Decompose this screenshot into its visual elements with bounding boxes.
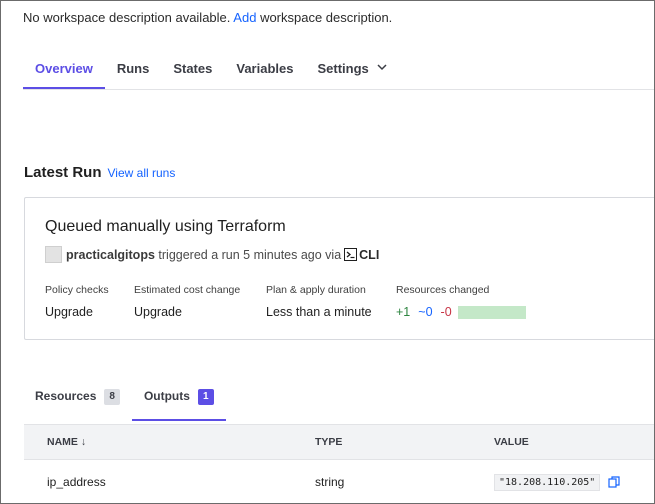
tab-states-label: States	[173, 61, 213, 76]
description-suffix: workspace description.	[260, 10, 393, 25]
duration-label: Plan & apply duration	[266, 284, 366, 296]
header-type: TYPE	[315, 436, 343, 448]
avatar	[45, 246, 62, 263]
header-value: VALUE	[494, 436, 529, 448]
stat-duration: Plan & apply duration Less than a minute	[266, 284, 372, 319]
terminal-icon	[344, 248, 358, 261]
view-all-runs-link[interactable]: View all runs	[108, 166, 176, 180]
output-name: ip_address	[47, 475, 106, 489]
resources-changed-label: Resources changed	[396, 284, 490, 296]
workspace-tabs: Overview Runs States Variables Settings	[23, 51, 399, 91]
resources-change-bar	[457, 305, 526, 319]
latest-run-card[interactable]: Queued manually using Terraform practica…	[24, 197, 654, 340]
tab-states[interactable]: States	[161, 51, 224, 89]
resources-changed-value: +1 ~0 -0	[396, 305, 526, 319]
tab-variables[interactable]: Variables	[224, 51, 305, 89]
stat-resources-changed: Resources changed +1 ~0 -0	[396, 284, 526, 319]
tab-settings[interactable]: Settings	[305, 51, 398, 89]
run-user: practicalgitops	[66, 247, 155, 262]
resources-count-badge: 8	[104, 389, 120, 405]
tab-settings-label: Settings	[317, 61, 369, 76]
add-description-link[interactable]: Add	[233, 10, 256, 25]
resources-changed: ~0	[418, 305, 433, 319]
resources-added: +1	[396, 305, 411, 319]
run-title[interactable]: Queued manually using Terraform	[45, 218, 286, 236]
description-text: No workspace description available.	[23, 10, 231, 25]
table-row: ip_address string "18.208.110.205"	[24, 461, 654, 503]
tab-runs-label: Runs	[116, 61, 150, 76]
copy-icon[interactable]	[608, 476, 620, 488]
stat-policy-checks: Policy checks Upgrade	[45, 284, 109, 319]
latest-run-header: Latest Run View all runs	[24, 164, 175, 181]
duration-value: Less than a minute	[266, 305, 372, 319]
resources-destroyed: -0	[440, 305, 452, 319]
tab-outputs-label: Outputs	[143, 389, 190, 403]
cost-change-value: Upgrade	[134, 305, 182, 319]
output-value: "18.208.110.205"	[494, 473, 601, 491]
resource-output-tabs: Resources 8 Outputs 1	[23, 385, 226, 421]
latest-run-heading: Latest Run	[24, 164, 102, 181]
run-via-label: CLI	[359, 247, 380, 262]
tab-variables-label: Variables	[236, 61, 294, 76]
tab-outputs[interactable]: Outputs 1	[131, 385, 226, 421]
policy-checks-label: Policy checks	[45, 284, 109, 296]
run-via: CLI	[344, 248, 379, 262]
tabs-divider	[23, 89, 654, 90]
tab-resources-label: Resources	[35, 389, 97, 403]
run-triggered-text: triggered a run 5 minutes ago via	[158, 247, 342, 262]
stat-cost-change: Estimated cost change Upgrade	[134, 284, 240, 319]
chevron-down-icon	[377, 64, 387, 71]
workspace-overview: No workspace description available. Add …	[0, 0, 655, 504]
run-meta: practicalgitops triggered a run 5 minute…	[45, 246, 379, 263]
outputs-count-badge: 1	[197, 389, 214, 405]
policy-checks-value: Upgrade	[45, 305, 93, 319]
cost-change-label: Estimated cost change	[134, 284, 241, 296]
tab-overview[interactable]: Overview	[23, 51, 105, 89]
tab-resources[interactable]: Resources 8	[23, 385, 132, 421]
output-value-cell: "18.208.110.205"	[494, 461, 620, 503]
outputs-table-header: NAME ↓ TYPE VALUE	[24, 424, 654, 460]
header-name[interactable]: NAME ↓	[47, 425, 86, 459]
tab-runs[interactable]: Runs	[105, 51, 162, 89]
tab-overview-label: Overview	[35, 61, 93, 76]
workspace-description: No workspace description available. Add …	[23, 10, 392, 25]
output-type: string	[315, 475, 345, 489]
